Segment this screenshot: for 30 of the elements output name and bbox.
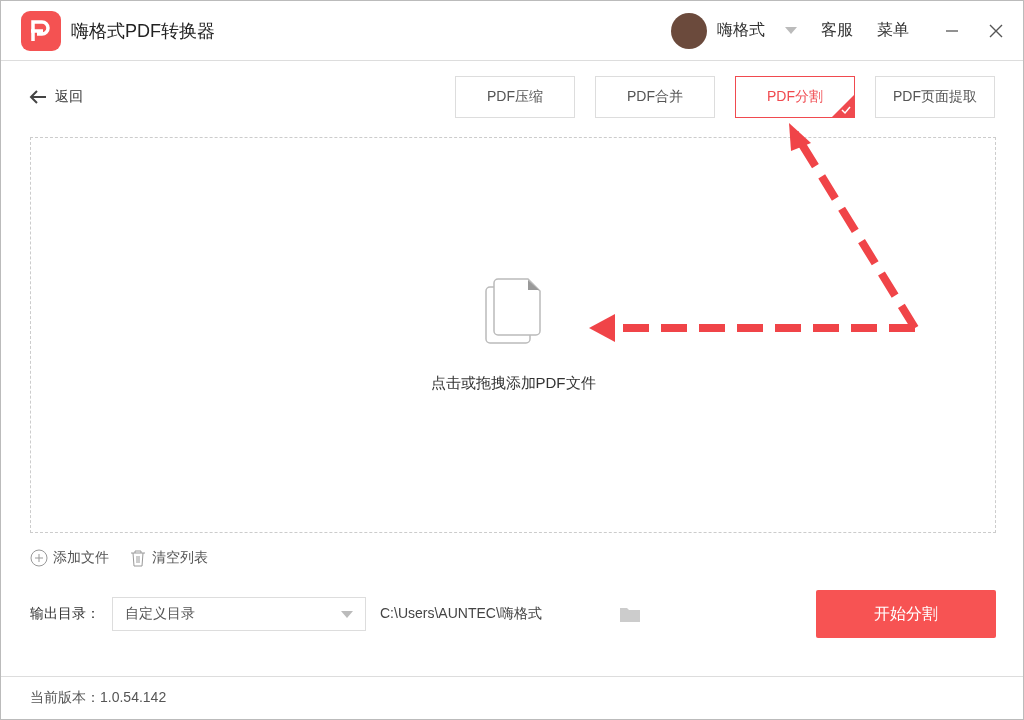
caret-icon[interactable] — [785, 26, 797, 35]
app-logo-icon — [21, 10, 61, 51]
version-text: 当前版本：1.0.54.142 — [30, 689, 167, 707]
clear-list-link[interactable]: 清空列表 — [129, 549, 208, 567]
folder-icon[interactable] — [620, 606, 640, 622]
caret-icon — [341, 610, 353, 618]
tool-tab[interactable]: PDF分割 — [735, 76, 855, 118]
check-corner-icon — [832, 95, 854, 117]
action-label: 添加文件 — [53, 549, 109, 567]
tool-tab[interactable]: PDF页面提取 — [875, 76, 995, 118]
directory-select[interactable]: 自定义目录 — [112, 597, 366, 631]
tool-tab[interactable]: PDF合并 — [595, 76, 715, 118]
back-label: 返回 — [55, 88, 83, 106]
user-avatar[interactable] — [671, 12, 707, 49]
plus-circle-icon — [30, 549, 48, 567]
trash-icon — [129, 549, 147, 567]
close-icon[interactable] — [989, 23, 1003, 38]
menu-link[interactable]: 客服 — [821, 20, 853, 41]
output-path: C:\Users\AUNTEC\嗨格式 — [380, 605, 543, 623]
user-name[interactable]: 嗨格式 — [717, 20, 765, 41]
menu-link[interactable]: 菜单 — [877, 20, 909, 41]
action-label: 清空列表 — [152, 549, 208, 567]
tool-tab[interactable]: PDF压缩 — [455, 76, 575, 118]
back-arrow-icon — [29, 89, 47, 105]
back-link[interactable]: 返回 — [29, 88, 435, 106]
drop-hint: 点击或拖拽添加PDF文件 — [430, 373, 596, 393]
window-title: 嗨格式PDF转换器 — [71, 19, 216, 43]
output-label: 输出目录： — [30, 605, 101, 623]
documents-icon — [485, 277, 541, 344]
add-file-link[interactable]: 添加文件 — [30, 549, 109, 567]
